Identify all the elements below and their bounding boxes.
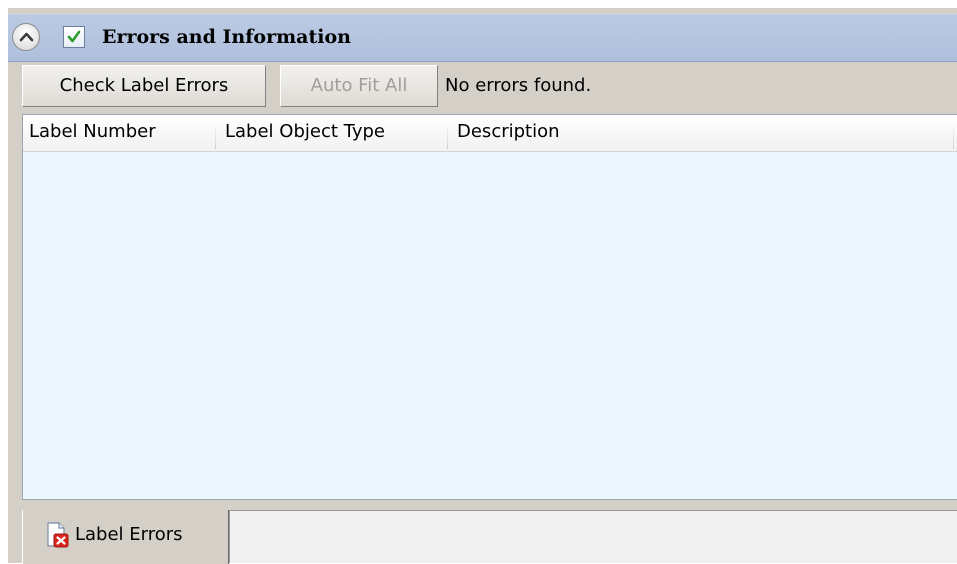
status-message: No errors found.	[445, 75, 592, 96]
grid-header: Label Number Label Object Type Descripti…	[23, 115, 957, 152]
enable-checkbox[interactable]	[63, 26, 85, 48]
toolbar: Check Label Errors Auto Fit All No error…	[8, 61, 957, 113]
tab-label-errors[interactable]: Label Errors	[22, 510, 229, 564]
panel-title: Errors and Information	[102, 26, 351, 48]
errors-info-panel: Errors and Information Check Label Error…	[8, 8, 957, 564]
column-header-label-object-type[interactable]: Label Object Type	[217, 115, 447, 151]
column-header-description[interactable]: Description	[449, 115, 953, 151]
check-label-errors-button[interactable]: Check Label Errors	[22, 65, 266, 107]
tab-label: Label Errors	[75, 524, 183, 545]
auto-fit-all-button[interactable]: Auto Fit All	[280, 65, 438, 107]
collapse-button[interactable]	[12, 23, 40, 51]
panel-header: Errors and Information	[8, 14, 957, 62]
column-header-label-number[interactable]: Label Number	[23, 115, 215, 151]
column-divider[interactable]	[215, 121, 216, 149]
checkmark-icon	[67, 30, 81, 43]
column-divider[interactable]	[953, 121, 954, 149]
tab-strip-background	[229, 510, 957, 563]
chevron-up-icon	[19, 32, 34, 42]
tab-strip: Label Errors	[8, 501, 957, 564]
label-error-icon	[47, 522, 69, 548]
column-divider[interactable]	[447, 121, 448, 149]
errors-grid[interactable]: Label Number Label Object Type Descripti…	[22, 114, 957, 500]
